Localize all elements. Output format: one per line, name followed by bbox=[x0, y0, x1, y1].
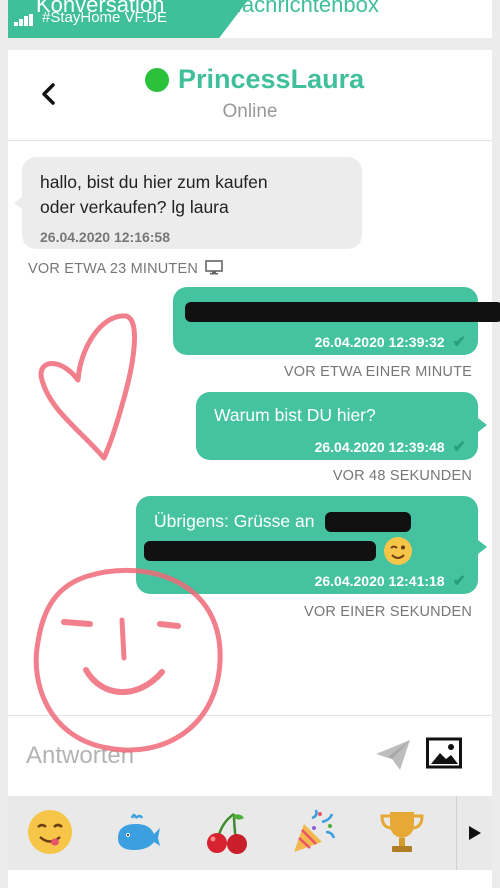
message-text: Übrigens: Grüsse an bbox=[154, 511, 315, 531]
checkmark-icon: ✔ bbox=[452, 573, 466, 590]
reply-input[interactable] bbox=[24, 736, 358, 776]
emoji-more-button[interactable] bbox=[456, 796, 493, 870]
message-bubble-outgoing[interactable]: Warum bist DU hier? 26.04.2020 12:39:48 ✔ bbox=[196, 392, 478, 460]
message-age: VOR 48 SEKUNDEN bbox=[332, 468, 472, 484]
redacted-text bbox=[325, 512, 412, 533]
bubble-tail bbox=[478, 540, 487, 554]
reply-composer bbox=[8, 715, 492, 796]
yum-face-icon[interactable] bbox=[26, 808, 74, 856]
message-text: oder verkaufen? lg laura bbox=[40, 197, 229, 217]
carrier-label: #StayHome VF.DE bbox=[42, 9, 168, 26]
image-icon bbox=[426, 737, 462, 769]
message-timestamp-row: 26.04.2020 12:39:48 ✔ bbox=[315, 435, 466, 460]
paper-plane-icon bbox=[376, 740, 410, 770]
chat-header: PrincessLaura Online bbox=[8, 50, 492, 141]
online-indicator bbox=[145, 68, 169, 92]
message-bubble-incoming[interactable]: hallo, bist du hier zum kaufen oder verk… bbox=[22, 157, 362, 249]
send-button[interactable] bbox=[374, 738, 412, 772]
message-text: hallo, bist du hier zum kaufen bbox=[40, 172, 268, 192]
checkmark-icon: ✔ bbox=[452, 334, 466, 351]
message-bubble-outgoing[interactable]: 26.04.2020 12:39:32 ✔ bbox=[173, 287, 500, 355]
message-timestamp: 26.04.2020 12:41:18 bbox=[314, 573, 445, 589]
play-arrow-icon bbox=[469, 826, 481, 840]
monitor-icon bbox=[205, 260, 224, 275]
checkmark-icon: ✔ bbox=[452, 439, 466, 456]
winking-face-icon bbox=[383, 537, 412, 565]
message-timestamp-row: 26.04.2020 12:41:18 ✔ bbox=[315, 569, 466, 594]
party-popper-icon[interactable] bbox=[290, 808, 338, 856]
chat-card: PrincessLaura Online hallo, bist du hier… bbox=[8, 50, 500, 888]
bubble-tail bbox=[478, 418, 487, 432]
message-timestamp-row: 26.04.2020 12:39:32 ✔ bbox=[315, 330, 466, 355]
emoji-bar bbox=[8, 796, 492, 870]
top-tab-bar: Konversation Nachrichtenbox #StayHome VF… bbox=[0, 0, 500, 44]
attach-image-button[interactable] bbox=[426, 736, 462, 770]
contact-name[interactable]: PrincessLaura bbox=[178, 64, 364, 95]
contact-status: Online bbox=[222, 101, 278, 122]
message-age: VOR ETWA 23 MINUTEN bbox=[28, 260, 224, 277]
message-age: VOR ETWA EINER MINUTE bbox=[283, 364, 472, 380]
message-timestamp: 26.04.2020 12:16:58 bbox=[40, 229, 170, 245]
cherries-icon[interactable] bbox=[202, 808, 250, 856]
message-bubble-outgoing[interactable]: Übrigens: Grüsse an 26.04.2020 12:41:18 ✔ bbox=[136, 496, 478, 594]
whale-icon[interactable] bbox=[114, 808, 162, 856]
message-text: Warum bist DU hier? bbox=[214, 405, 376, 425]
message-timestamp: 26.04.2020 12:39:48 bbox=[314, 439, 445, 455]
message-age-text: VOR ETWA 23 MINUTEN bbox=[28, 261, 199, 277]
signal-icon bbox=[14, 14, 36, 26]
message-line bbox=[144, 536, 413, 566]
message-line: Übrigens: Grüsse an bbox=[154, 509, 412, 534]
redacted-text bbox=[185, 299, 500, 323]
trophy-icon[interactable] bbox=[378, 808, 426, 856]
message-age: VOR EINER SEKUNDEN bbox=[304, 604, 472, 620]
message-timestamp: 26.04.2020 12:39:32 bbox=[314, 334, 445, 350]
tab-inbox-label: Nachrichtenbox bbox=[226, 0, 379, 17]
redacted-text bbox=[144, 541, 376, 561]
